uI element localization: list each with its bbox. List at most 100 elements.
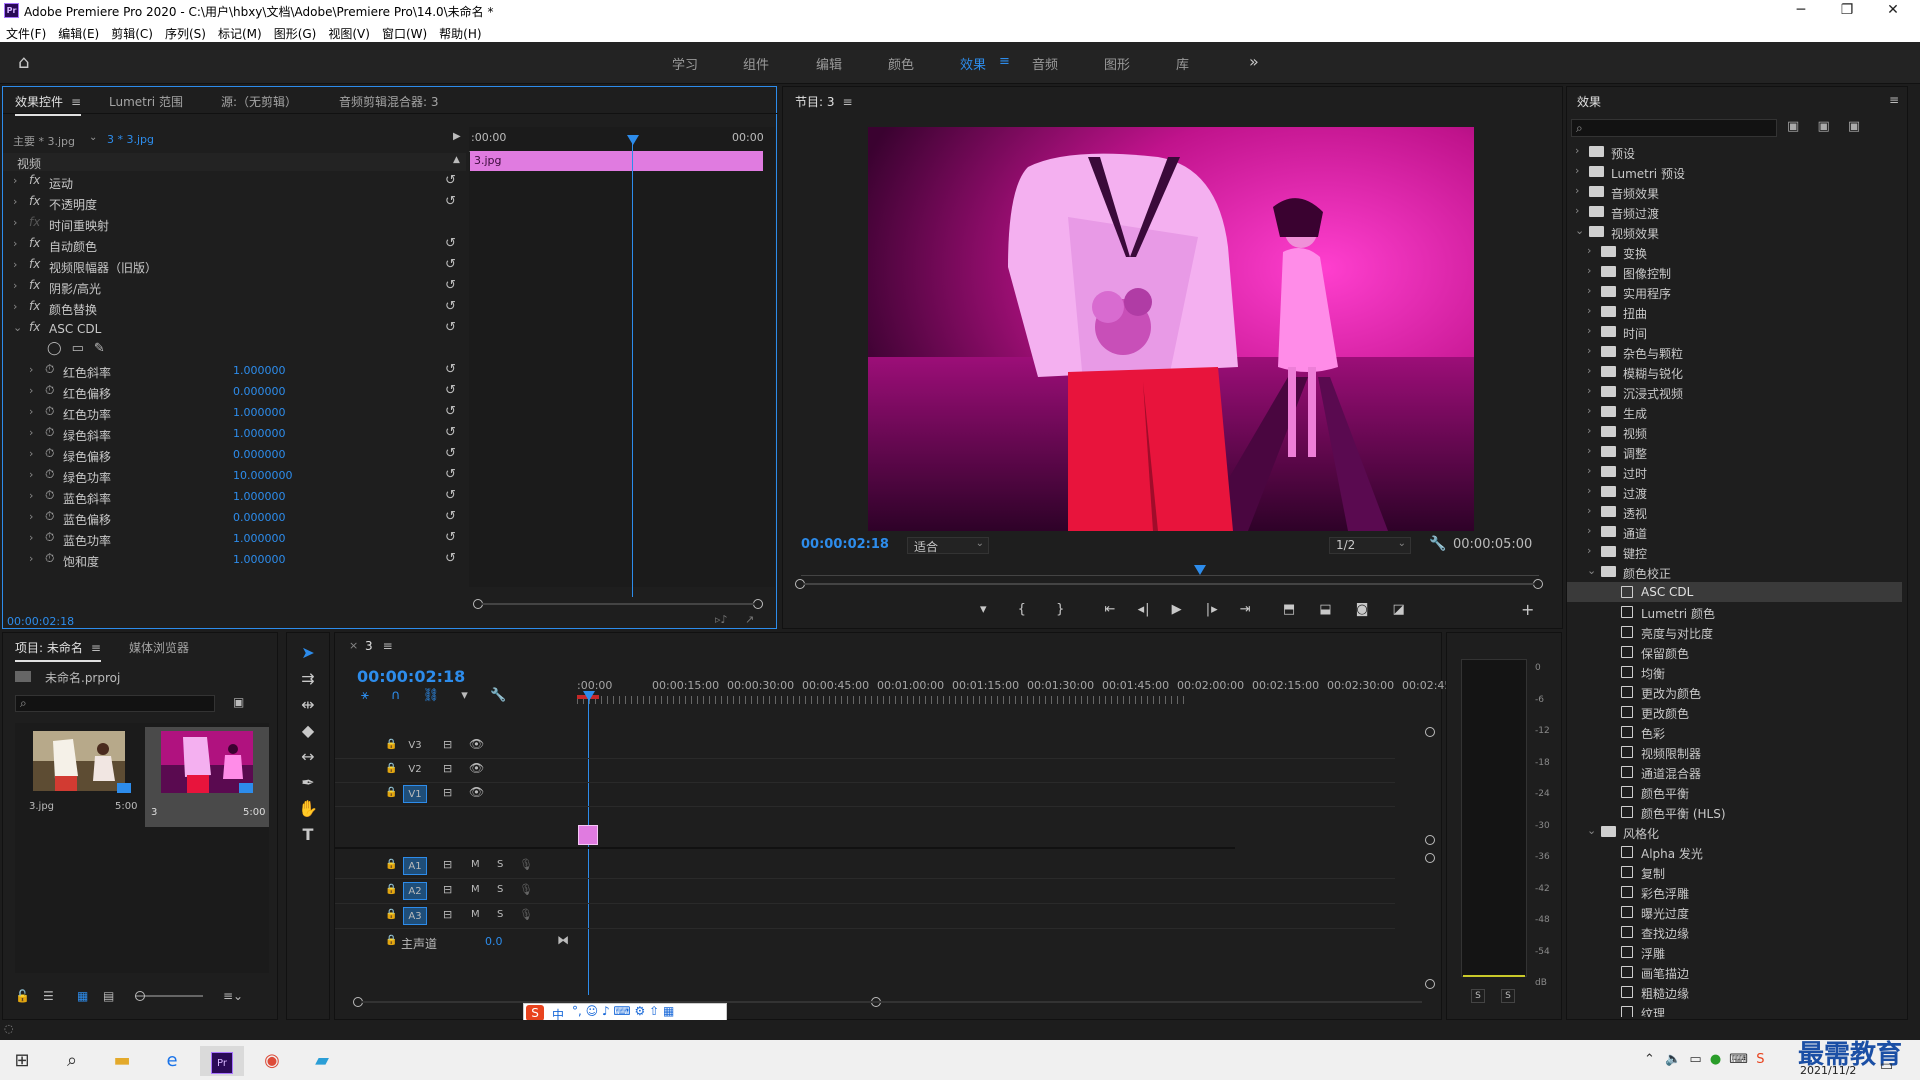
track-select-tool-icon[interactable]: ⇉	[295, 669, 321, 695]
effects-item[interactable]: 复制	[1567, 862, 1902, 882]
param-value[interactable]: 10.000000	[233, 469, 293, 482]
effects-folder[interactable]: ⌄ 颜色校正	[1567, 562, 1902, 582]
play-icon[interactable]: ▶	[1172, 602, 1183, 617]
home-icon[interactable]: ⌂	[18, 52, 29, 73]
ellipse-mask-icon[interactable]: ◯	[47, 341, 62, 356]
effect-row[interactable]: ⌄ fx ASC CDL ↺	[3, 318, 463, 339]
param-row[interactable]: › ⏱ 绿色斜率 1.000000 ↺	[3, 423, 463, 444]
param-row[interactable]: › ⏱ 红色斜率 1.000000 ↺	[3, 360, 463, 381]
video-track[interactable]: 🔒 V1 ⊟ 👁	[335, 783, 1395, 807]
ec-zoom-scrollbar[interactable]	[482, 603, 754, 605]
add-marker-icon[interactable]: ▾	[461, 688, 468, 703]
param-value[interactable]: 0.000000	[233, 385, 286, 398]
chevron-right-icon[interactable]: ›	[29, 384, 33, 397]
effects-folder[interactable]: › 预设	[1567, 142, 1902, 162]
lock-icon[interactable]: 🔒	[385, 935, 397, 946]
effect-row[interactable]: › fx 阴影/高光 ↺	[3, 276, 463, 297]
chevron-right-icon[interactable]: ›	[29, 510, 33, 523]
reset-icon[interactable]: ↺	[445, 173, 456, 188]
chevron-right-icon[interactable]: ›	[29, 531, 33, 544]
fit-dropdown[interactable]: 适合 ⌄	[907, 537, 989, 554]
mute-button[interactable]: M	[471, 884, 480, 895]
reset-icon[interactable]: ↺	[445, 446, 456, 461]
chevron-right-icon[interactable]: ›	[1575, 184, 1579, 197]
list-view-icon[interactable]: ☰	[43, 989, 54, 1003]
effects-item[interactable]: 亮度与对比度	[1567, 622, 1902, 642]
eye-icon[interactable]: 👁	[469, 737, 484, 751]
panel-menu-icon[interactable]: ≡	[1889, 93, 1899, 107]
param-value[interactable]: 1.000000	[233, 490, 286, 503]
file-explorer-icon[interactable]: ▬	[100, 1046, 144, 1076]
effects-folder[interactable]: › Lumetri 预设	[1567, 162, 1902, 182]
track-target[interactable]: V1	[403, 785, 427, 803]
project-item[interactable]: 3.jpg 5:00	[19, 727, 137, 817]
param-row[interactable]: › ⏱ 绿色功率 10.000000 ↺	[3, 465, 463, 486]
effects-folder[interactable]: › 透视	[1567, 502, 1902, 522]
project-item-selected[interactable]: 3 5:00	[145, 727, 269, 827]
effects-item[interactable]: 更改颜色	[1567, 702, 1902, 722]
param-value[interactable]: 1.000000	[233, 553, 286, 566]
go-to-end-icon[interactable]: ⧓	[557, 933, 569, 947]
step-forward-icon[interactable]: |▸	[1206, 602, 1219, 617]
reset-icon[interactable]: ↺	[445, 362, 456, 377]
reset-icon[interactable]: ↺	[445, 236, 456, 251]
tab-program[interactable]: 节目: 3 ≡	[795, 93, 853, 110]
effects-folder[interactable]: › 视频	[1567, 422, 1902, 442]
timeline-clip-v1[interactable]	[578, 825, 598, 845]
search-icon[interactable]: ⌕	[50, 1046, 94, 1076]
chevron-right-icon[interactable]: ›	[1587, 264, 1591, 277]
minimize-button[interactable]: ─	[1778, 0, 1824, 22]
reset-icon[interactable]: ↺	[445, 509, 456, 524]
chevron-down-icon[interactable]: ⌄	[89, 132, 97, 143]
reset-icon[interactable]: ↺	[445, 194, 456, 209]
pen-tool-icon[interactable]: ✒	[295, 773, 321, 799]
program-zoom-end-handle[interactable]	[1533, 579, 1543, 589]
chevron-down-icon[interactable]: ⌄	[1587, 564, 1596, 577]
audio-scroll-top-handle[interactable]	[1425, 853, 1435, 863]
audio-track[interactable]: 🔒 A3 ⊟ M S 🎙	[335, 905, 1395, 929]
chevron-right-icon[interactable]: ›	[13, 258, 17, 271]
effects-item[interactable]: Alpha 发光	[1567, 842, 1902, 862]
type-tool-icon[interactable]: T	[295, 825, 321, 851]
stopwatch-icon[interactable]: ⏱	[45, 551, 54, 566]
time-ruler[interactable]	[577, 696, 1189, 704]
app-icon[interactable]: ▰	[300, 1046, 344, 1076]
track-target[interactable]: A3	[403, 907, 427, 925]
solo-right-button[interactable]: S	[1501, 989, 1515, 1003]
solo-button[interactable]: S	[497, 884, 503, 895]
sync-lock-icon[interactable]: ⊟	[443, 908, 452, 921]
effects-search-input[interactable]: ⌕	[1571, 119, 1777, 137]
effects-folder[interactable]: › 沉浸式视频	[1567, 382, 1902, 402]
param-row[interactable]: › ⏱ 蓝色功率 1.000000 ↺	[3, 528, 463, 549]
track-target[interactable]: V3	[403, 737, 427, 755]
workspace-tab[interactable]: 效果	[960, 54, 986, 73]
maximize-button[interactable]: ❐	[1824, 0, 1870, 22]
timeline-scrollbar[interactable]	[362, 1001, 1422, 1003]
effects-item[interactable]: Lumetri 颜色	[1567, 602, 1902, 622]
tab-effect-controls[interactable]: 效果控件 ≡	[15, 93, 82, 116]
go-to-out-icon[interactable]: ⇥	[1240, 602, 1252, 617]
add-marker-icon[interactable]: ▾	[980, 602, 988, 617]
lock-icon[interactable]: 🔒	[385, 763, 397, 774]
program-scrollbar[interactable]	[804, 583, 1534, 585]
microphone-icon[interactable]: 🎙	[519, 858, 533, 871]
chevron-right-icon[interactable]: ›	[1587, 404, 1591, 417]
track-target[interactable]: A1	[403, 857, 427, 875]
effects-item[interactable]: 曝光过度	[1567, 902, 1902, 922]
param-value[interactable]: 0.000000	[233, 448, 286, 461]
export-frame-icon[interactable]: ◙	[1356, 602, 1370, 617]
param-value[interactable]: 1.000000	[233, 364, 286, 377]
workspace-tab[interactable]: 图形	[1104, 54, 1130, 73]
close-tab-icon[interactable]: ×	[349, 639, 358, 652]
chrome-icon[interactable]: ◉	[250, 1046, 294, 1076]
panel-menu-icon[interactable]: ≡	[71, 95, 81, 109]
solo-left-button[interactable]: S	[1471, 989, 1485, 1003]
stopwatch-icon[interactable]: ⏱	[45, 530, 54, 545]
collapse-icon[interactable]: ▲	[453, 155, 460, 165]
tab-lumetri-scopes[interactable]: Lumetri 范围	[109, 93, 183, 110]
effect-row[interactable]: › fx 运动 ↺	[3, 171, 463, 192]
param-row[interactable]: › ⏱ 蓝色斜率 1.000000 ↺	[3, 486, 463, 507]
chevron-right-icon[interactable]: ›	[1587, 344, 1591, 357]
chevron-down-icon[interactable]: ⌄	[1587, 824, 1596, 837]
snap-icon[interactable]: ∩	[391, 688, 401, 703]
